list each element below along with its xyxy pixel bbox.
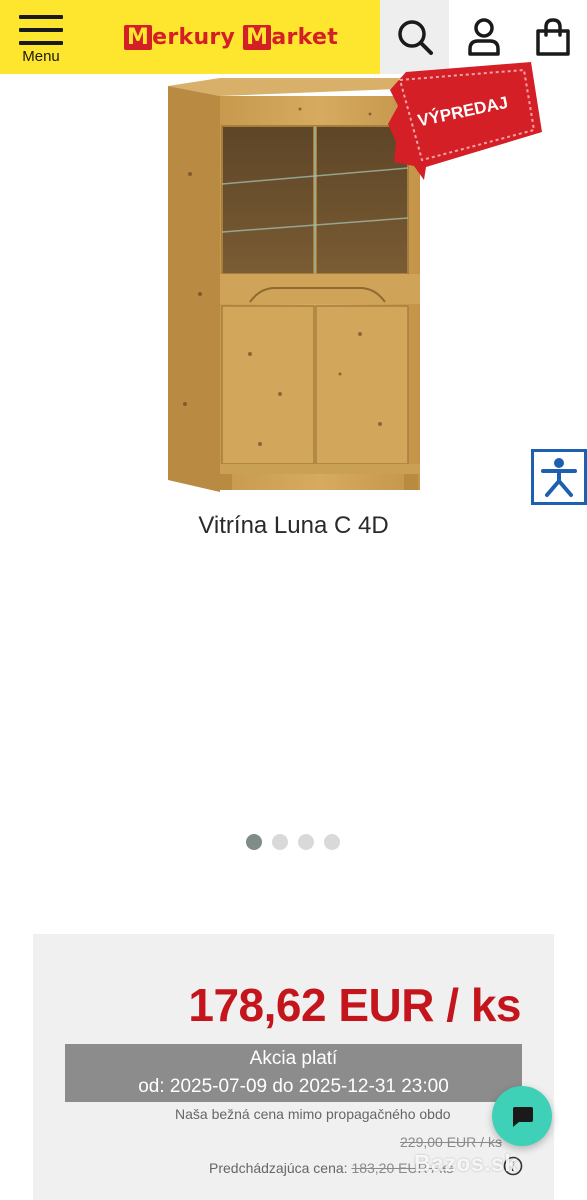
menu-label: Menu (22, 48, 60, 65)
promo-box: Akcia platí od: 2025-07-09 do 2025-12-31… (65, 1044, 522, 1102)
previous-price-label: Predchádzajúca cena: (209, 1160, 348, 1176)
product-page: Menu Merkury Market VÝPREDAJ Vitrína Lun… (0, 0, 587, 1200)
logo-text-second: arket (271, 24, 339, 50)
user-icon (467, 18, 500, 56)
gallery-pagination (246, 834, 340, 850)
shopping-bag-icon (535, 18, 570, 56)
logo[interactable]: Merkury Market (82, 0, 380, 74)
normal-price: 229,00 EUR / ks (400, 1134, 502, 1150)
gallery-dot-1[interactable] (246, 834, 262, 850)
logo-m-icon: M (123, 24, 153, 50)
gallery-dot-4[interactable] (324, 834, 340, 850)
price: 178,62 EUR / ks (188, 979, 521, 1031)
menu-button[interactable]: Menu (0, 0, 82, 74)
logo-text-first: erkury (152, 24, 236, 50)
sale-badge: VÝPREDAJ (388, 62, 542, 180)
normal-price-note: Naša bežná cena mimo propagačného obdo (175, 1106, 451, 1122)
logo-m-icon-2: M (243, 24, 272, 50)
search-icon (397, 20, 433, 55)
chat-button[interactable] (492, 1086, 552, 1146)
gallery-dot-3[interactable] (298, 834, 314, 850)
gallery-dot-2[interactable] (272, 834, 288, 850)
promo-dates: od: 2025-07-09 do 2025-12-31 23:00 (138, 1076, 449, 1097)
product-title: Vitrína Luna C 4D (198, 512, 389, 539)
accessibility-icon (541, 458, 577, 497)
watermark: Bazos.sk (414, 1150, 518, 1176)
promo-title: Akcia platí (249, 1048, 338, 1069)
hamburger-icon (19, 15, 63, 45)
accessibility-button[interactable] (531, 449, 587, 505)
chat-icon (513, 1107, 533, 1127)
